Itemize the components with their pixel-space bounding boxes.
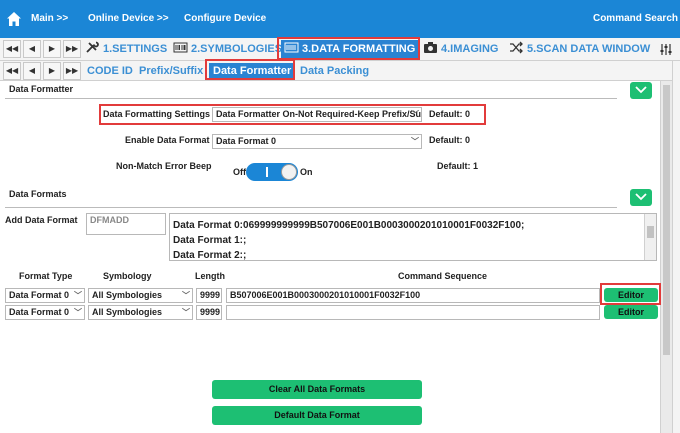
clear-all-data-formats-button[interactable]: Clear All Data Formats [212,380,422,399]
breadcrumb-main[interactable]: Main >> [31,13,68,24]
page-scrollbar-thumb[interactable] [663,85,670,355]
tab-code-id[interactable]: CODE ID [87,63,133,80]
prev-tab-button[interactable]: ◀ [23,40,41,58]
camera-icon [424,42,437,53]
chevron-down-icon: ﹀ [74,291,82,300]
data-format-list-scrollbar[interactable] [644,214,656,260]
header-symbology: Symbology [103,271,152,281]
chevron-down-icon: ﹀ [411,137,419,146]
row2-symbology-select[interactable]: All Symbologies ﹀ [88,305,193,320]
non-match-error-beep-label: Non-Match Error Beep [116,161,212,171]
enable-data-format-label: Enable Data Format [125,135,210,145]
first-tab-button[interactable]: ◀◀ [3,40,21,58]
row1-format-type-value: Data Format 0 [9,290,70,300]
collapse-data-formats-button[interactable] [630,189,652,206]
shuffle-icon [510,41,523,54]
beep-default-label: Default: 1 [437,161,479,171]
tab-data-formatter[interactable]: Data Formatter [209,63,296,80]
data-format-line: Data Format 2:; [173,250,247,261]
section-divider [5,207,617,208]
sub-next-tab-button[interactable]: ▶ [43,62,61,80]
add-data-format-label: Add Data Format [5,215,78,225]
toggle-off-label: Off [233,167,246,177]
section-title-data-formats: Data Formats [9,189,67,199]
row1-command-sequence-input[interactable]: B507006E001B0003000201010001F0032F100 [226,288,600,303]
chevron-down-icon: ﹀ [74,308,82,317]
sub-prev-tab-button[interactable]: ◀ [23,62,41,80]
tab-scan-data-window-label: 5.SCAN DATA WINDOW [527,43,651,55]
row1-format-type-select[interactable]: Data Format 0 ﹀ [5,288,85,303]
header-command-sequence: Command Sequence [398,271,488,281]
scrollbar-thumb[interactable] [647,226,654,238]
tab-symbologies-label: 2.SYMBOLOGIES [191,43,283,55]
header-format-type: Format Type [19,271,73,281]
main-tab-bar: ◀◀ ◀ ▶ ▶▶ 1.SETTINGS 2.SYMBOLOGIES 3.DAT… [0,38,680,61]
data-format-line: Data Format 1:; [173,235,247,246]
tab-data-packing[interactable]: Data Packing [300,63,369,80]
data-formatting-settings-value: Data Formatter On-Not Required-Keep Pref… [216,109,422,119]
data-formatting-settings-select[interactable]: Data Formatter On-Not Required-Keep Pref… [212,107,422,122]
content-area: Data Formatter Data Formatting Settings … [0,81,660,433]
enable-default-label: Default: 0 [429,135,471,145]
tab-prefix-suffix[interactable]: Prefix/Suffix [139,63,203,80]
row1-symbology-value: All Symbologies [92,290,163,300]
row1-length-input[interactable]: 9999 [196,288,222,303]
row2-symbology-value: All Symbologies [92,307,163,317]
last-tab-button[interactable]: ▶▶ [63,40,81,58]
row1-editor-button[interactable]: Editor [604,288,658,302]
chevron-down-icon: ﹀ [182,291,190,300]
chevron-down-icon: ﹀ [182,308,190,317]
row2-format-type-value: Data Format 0 [9,307,70,317]
non-match-beep-toggle[interactable] [246,163,298,181]
toggle-on-label: On [300,167,313,177]
data-format-line: Data Format 0:069999999999B507006E001B00… [173,220,525,231]
add-data-format-input[interactable]: DFMADD [86,213,166,235]
top-bar: Main >> Online Device >> Configure Devic… [0,0,680,38]
section-divider [5,98,617,99]
home-icon[interactable] [6,11,22,27]
section-title-data-formatter: Data Formatter [9,84,74,94]
enable-data-format-select[interactable]: Data Format 0 ﹀ [212,134,422,149]
toggle-mark [266,167,268,177]
row2-command-sequence-input[interactable] [226,305,600,320]
default-data-format-button[interactable]: Default Data Format [212,406,422,425]
row2-editor-button[interactable]: Editor [604,305,658,319]
page-scrollbar[interactable] [660,81,672,433]
toggle-knob [281,164,297,180]
data-format-list[interactable]: Data Format 0:069999999999B507006E001B00… [169,213,657,261]
tab-imaging[interactable]: 4.IMAGING [423,40,498,59]
tab-settings[interactable]: 1.SETTINGS [85,40,167,59]
chevron-down-icon [635,193,647,201]
side-panel-clipped [672,61,680,433]
tools-icon [86,41,99,53]
sliders-icon[interactable] [660,43,674,56]
data-formatting-icon [284,42,299,53]
tab-scan-data-window[interactable]: 5.SCAN DATA WINDOW [509,40,650,59]
breadcrumb-online-device[interactable]: Online Device >> [88,13,169,24]
collapse-data-formatter-button[interactable] [630,82,652,99]
tab-data-formatting[interactable]: 3.DATA FORMATTING [281,40,420,59]
row2-length-input[interactable]: 9999 [196,305,222,320]
chevron-down-icon: ﹀ [411,110,419,119]
enable-data-format-value: Data Format 0 [216,136,277,146]
tab-data-formatting-label: 3.DATA FORMATTING [302,43,416,55]
header-length: Length [195,271,225,281]
barcode-icon [173,42,188,53]
row2-format-type-select[interactable]: Data Format 0 ﹀ [5,305,85,320]
sub-last-tab-button[interactable]: ▶▶ [63,62,81,80]
sub-tab-bar: ◀◀ ◀ ▶ ▶▶ CODE ID Prefix/Suffix Data For… [0,61,680,81]
breadcrumb-configure-device: Configure Device [184,13,267,24]
settings-default-label: Default: 0 [429,109,471,119]
data-formatting-settings-label: Data Formatting Settings [103,109,211,119]
tab-symbologies[interactable]: 2.SYMBOLOGIES [173,40,282,59]
row1-symbology-select[interactable]: All Symbologies ﹀ [88,288,193,303]
next-tab-button[interactable]: ▶ [43,40,61,58]
command-search-link[interactable]: Command Search [593,13,678,24]
tab-settings-label: 1.SETTINGS [103,43,168,55]
sub-first-tab-button[interactable]: ◀◀ [3,62,21,80]
tab-imaging-label: 4.IMAGING [441,43,499,55]
chevron-down-icon [635,86,647,94]
